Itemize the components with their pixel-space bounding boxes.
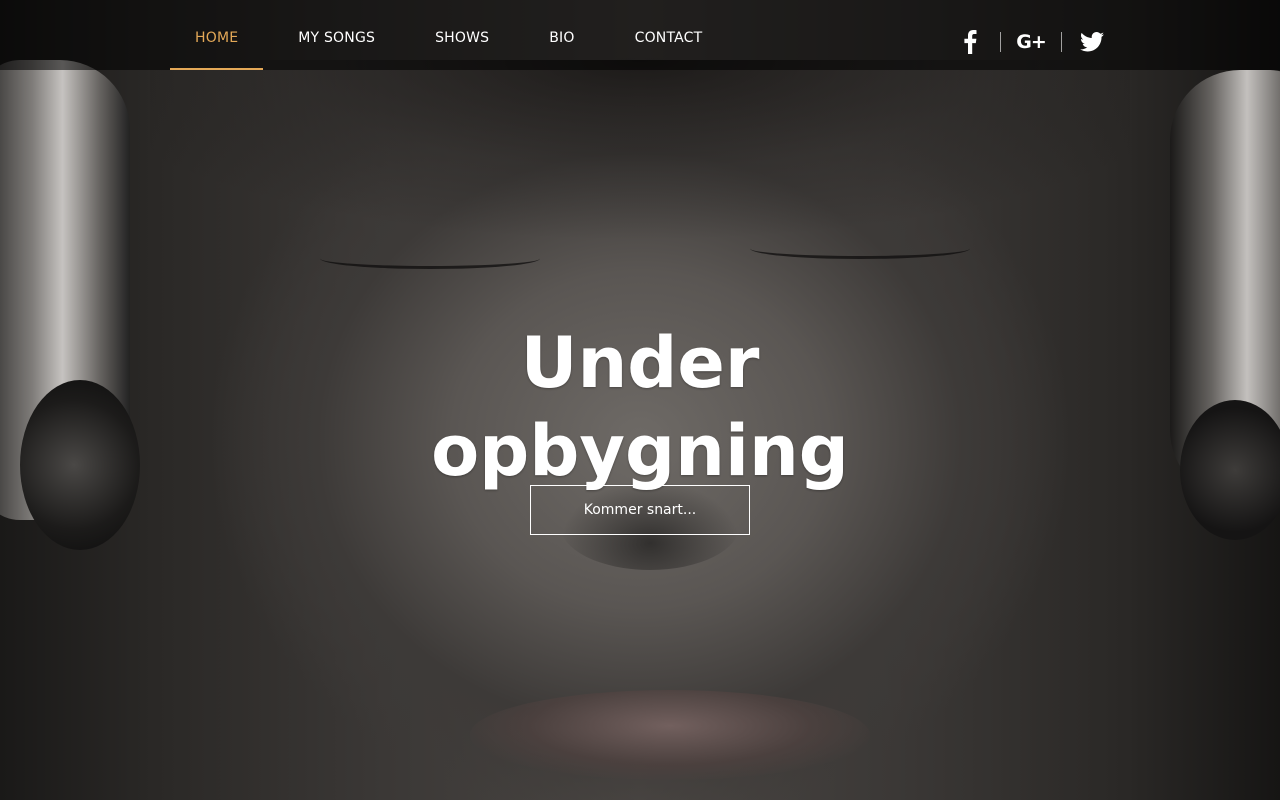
nav-item-label: MY SONGS [298, 30, 376, 46]
page-title: Under opbygning [340, 319, 940, 495]
page-title-line-1: Under [520, 321, 760, 404]
google-plus-icon[interactable]: G+ [1001, 28, 1061, 56]
nav-item-label: BIO [549, 30, 575, 46]
nav-item-label: SHOWS [435, 30, 490, 46]
nav-item-my-songs[interactable]: MY SONGS [273, 0, 400, 70]
headphone-left-cup [20, 380, 140, 550]
eye-right [750, 238, 970, 259]
facebook-glyph [964, 30, 977, 54]
lips [470, 690, 870, 780]
coming-soon-label: Kommer snart... [583, 502, 697, 518]
nav-item-contact[interactable]: CONTACT [610, 0, 728, 70]
facebook-icon[interactable] [940, 28, 1000, 56]
hero-hair-shadow [150, 60, 1130, 260]
nav-item-shows[interactable]: SHOWS [410, 0, 514, 70]
nav-item-label: HOME [195, 30, 239, 46]
headphone-right-cup [1180, 400, 1280, 540]
page-title-line-2: opbygning [431, 409, 849, 492]
twitter-icon[interactable] [1062, 28, 1122, 56]
twitter-glyph [1080, 32, 1104, 52]
coming-soon-button[interactable]: Kommer snart... [530, 485, 750, 535]
google-plus-glyph: G+ [1016, 31, 1046, 53]
top-navigation-bar: HOME MY SONGS SHOWS BIO CONTACT G+ [0, 0, 1280, 70]
nav-item-home[interactable]: HOME [170, 0, 264, 70]
nav-item-label: CONTACT [634, 30, 703, 46]
eye-left [320, 248, 540, 269]
main-nav: HOME MY SONGS SHOWS BIO CONTACT [170, 0, 737, 70]
social-links: G+ [940, 28, 1122, 56]
nav-item-bio[interactable]: BIO [524, 0, 599, 70]
